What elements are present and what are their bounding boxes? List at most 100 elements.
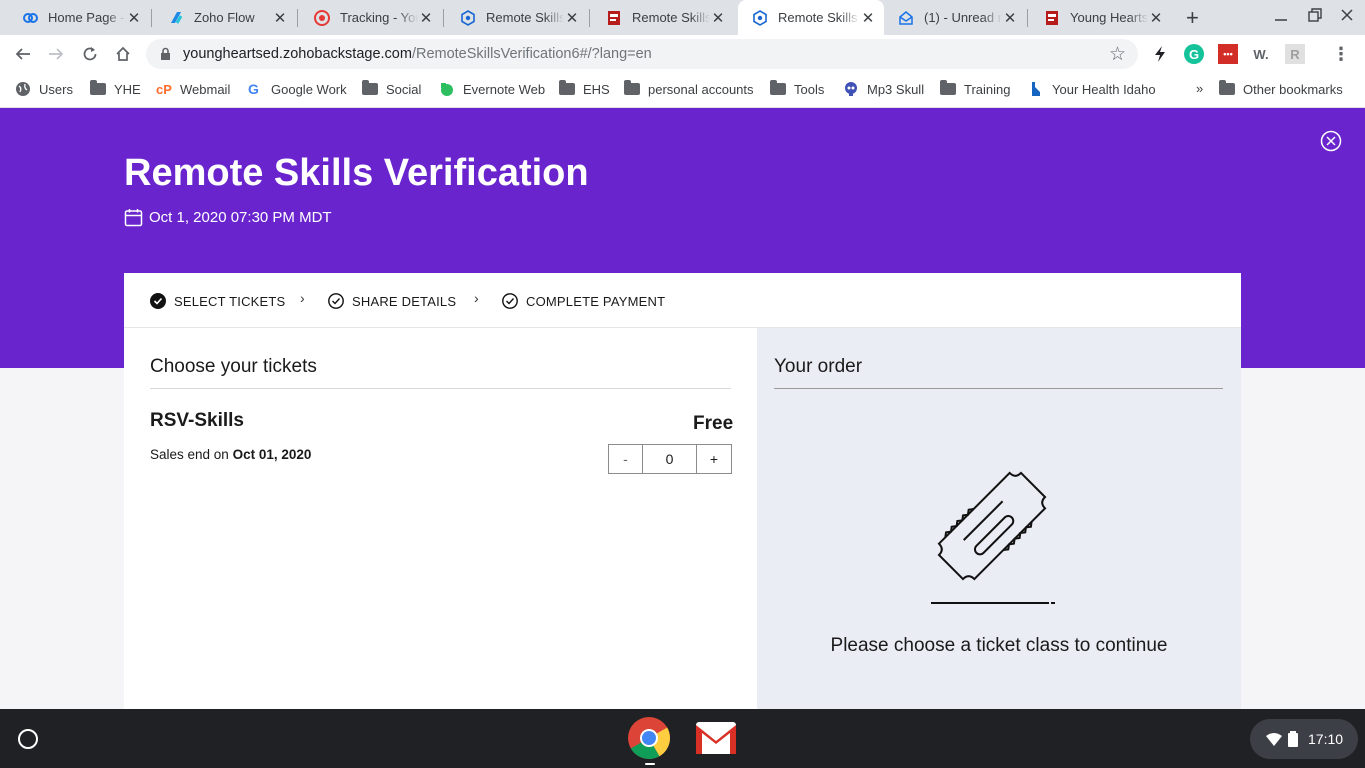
browser-tab-remote-skills-2[interactable]: Remote Skills ✕ <box>592 0 734 35</box>
new-tab-button[interactable]: + <box>1186 5 1199 31</box>
grammarly-icon[interactable]: G <box>1184 44 1204 64</box>
restore-icon[interactable] <box>1308 8 1322 25</box>
browser-tab-zoho-flow[interactable]: Zoho Flow ✕ <box>154 0 296 35</box>
bookmarks-bar: Users YHE cP Webmail G Google Work Socia… <box>0 73 1365 108</box>
close-icon[interactable]: ✕ <box>564 9 580 27</box>
empty-ticket-illustration <box>931 471 1055 604</box>
browser-tab-tracking[interactable]: Tracking - Your ✕ <box>300 0 442 35</box>
lastpass-icon[interactable]: ••• <box>1218 44 1238 64</box>
bookmarks-overflow-button[interactable]: » <box>1196 81 1203 96</box>
checkout-panel: SELECT TICKETS › SHARE DETAILS › COMPLET… <box>124 273 1241 709</box>
bookmark-evernote[interactable]: Evernote Web <box>439 81 545 97</box>
running-indicator <box>645 763 655 765</box>
step-label: SHARE DETAILS <box>352 293 457 309</box>
check-filled-icon <box>150 293 166 309</box>
tab-title: Young Hearts <box>1070 10 1148 25</box>
event-title: Remote Skills Verification <box>124 152 589 194</box>
menu-icon[interactable]: ⋮ <box>1331 44 1351 64</box>
bookmark-mp3-skull[interactable]: Mp3 Skull <box>843 81 924 97</box>
lock-icon <box>160 47 171 66</box>
forward-icon[interactable] <box>44 42 68 66</box>
close-icon[interactable]: ✕ <box>272 9 288 27</box>
skull-icon <box>843 81 859 97</box>
bookmark-users[interactable]: Users <box>15 81 73 97</box>
reload-icon[interactable] <box>78 42 102 66</box>
folder-icon <box>770 80 786 97</box>
increase-quantity-button[interactable]: + <box>697 445 731 473</box>
check-outline-icon <box>328 293 344 309</box>
order-heading: Your order <box>774 356 863 377</box>
bookmark-your-health-idaho[interactable]: Your Health Idaho <box>1028 81 1156 97</box>
minimize-icon[interactable] <box>1274 8 1288 25</box>
bookmark-label: personal accounts <box>648 81 754 97</box>
wordtune-icon[interactable]: W. <box>1251 44 1271 64</box>
bookmark-label: Webmail <box>180 81 231 97</box>
bookmark-star-icon[interactable]: ☆ <box>1109 43 1126 66</box>
tab-title: (1) - Unread m <box>924 10 1002 25</box>
bookmark-tools[interactable]: Tools <box>770 80 824 97</box>
back-icon[interactable] <box>11 42 35 66</box>
browser-toolbar: youngheartsed.zohobackstage.com/RemoteSk… <box>0 35 1365 73</box>
launcher-icon[interactable] <box>18 729 38 749</box>
close-icon[interactable]: ✕ <box>860 9 876 27</box>
bookmark-yhe[interactable]: YHE <box>90 80 141 97</box>
empty-order-message: Please choose a ticket class to continue <box>830 635 1168 656</box>
browser-tab-remote-skills-active[interactable]: Remote Skills ✕ <box>738 0 884 35</box>
quantity-input[interactable]: 0 <box>643 445 697 473</box>
bookmark-training[interactable]: Training <box>940 80 1011 97</box>
bolt-icon[interactable] <box>1150 44 1170 64</box>
flag-icon <box>1044 10 1060 26</box>
close-icon[interactable]: ✕ <box>126 9 142 27</box>
bookmark-label: YHE <box>114 81 141 97</box>
url-text[interactable]: youngheartsed.zohobackstage.com/RemoteSk… <box>183 46 652 62</box>
zoho-flow-icon <box>168 10 184 26</box>
divider <box>774 388 1223 389</box>
sales-end-prefix: Sales end on <box>150 447 229 462</box>
ticket-sales-end: Sales end on Oct 01, 2020 <box>150 447 311 462</box>
bookmark-other-bookmarks[interactable]: Other bookmarks <box>1219 80 1343 97</box>
browser-tab-home-page[interactable]: Home Page - Zoho ✕ <box>8 0 150 35</box>
tab-separator <box>443 9 444 27</box>
bookmark-label: Training <box>964 81 1011 97</box>
address-bar[interactable]: youngheartsed.zohobackstage.com/RemoteSk… <box>146 39 1138 69</box>
folder-icon <box>940 80 956 97</box>
gmail-icon[interactable] <box>694 716 738 760</box>
browser-tab-unread-mail[interactable]: (1) - Unread m ✕ <box>884 0 1026 35</box>
folder-icon <box>624 80 640 97</box>
quantity-stepper: - 0 + <box>608 444 732 474</box>
bookmark-personal-accounts[interactable]: personal accounts <box>624 80 754 97</box>
tab-title: Zoho Flow <box>194 10 255 25</box>
browser-tab-remote-skills-1[interactable]: Remote Skills ✕ <box>446 0 588 35</box>
chevron-right-icon: › <box>474 290 479 306</box>
order-summary: Your order Please choose a ticket class … <box>757 328 1241 709</box>
chrome-icon[interactable] <box>627 716 671 760</box>
tab-separator <box>297 9 298 27</box>
window-close-icon[interactable] <box>1340 8 1354 25</box>
hr-icon[interactable]: R <box>1285 44 1305 64</box>
browser-tab-young-hearts[interactable]: Young Hearts ✕ <box>1030 0 1172 35</box>
tickets-heading: Choose your tickets <box>150 356 317 377</box>
battery-icon <box>1288 731 1298 747</box>
zoho-icon <box>22 10 38 26</box>
bookmark-label: Mp3 Skull <box>867 81 925 97</box>
step-share-details: SHARE DETAILS <box>328 293 456 309</box>
status-tray[interactable]: 17:10 <box>1250 719 1358 759</box>
close-icon[interactable]: ✕ <box>1002 9 1018 27</box>
bookmark-google-work[interactable]: G Google Work <box>247 81 347 97</box>
bookmark-webmail[interactable]: cP Webmail <box>156 81 230 97</box>
close-icon[interactable]: ✕ <box>1148 9 1164 27</box>
bookmark-social[interactable]: Social <box>362 80 421 97</box>
globe-icon <box>15 81 31 97</box>
home-icon[interactable] <box>111 42 135 66</box>
svg-text:cP: cP <box>156 82 172 96</box>
ticket-selection: Choose your tickets RSV-Skills Sales end… <box>124 328 757 709</box>
decrease-quantity-button[interactable]: - <box>609 445 643 473</box>
close-icon[interactable]: ✕ <box>418 9 434 27</box>
overflow-label: » <box>1196 81 1204 96</box>
close-icon[interactable]: ✕ <box>710 9 726 27</box>
clock-time: 17:10 <box>1308 731 1344 747</box>
step-select-tickets: SELECT TICKETS <box>150 293 285 309</box>
close-dialog-icon[interactable] <box>1320 130 1342 157</box>
bookmark-ehs[interactable]: EHS <box>559 80 610 97</box>
step-label: SELECT TICKETS <box>174 293 286 309</box>
